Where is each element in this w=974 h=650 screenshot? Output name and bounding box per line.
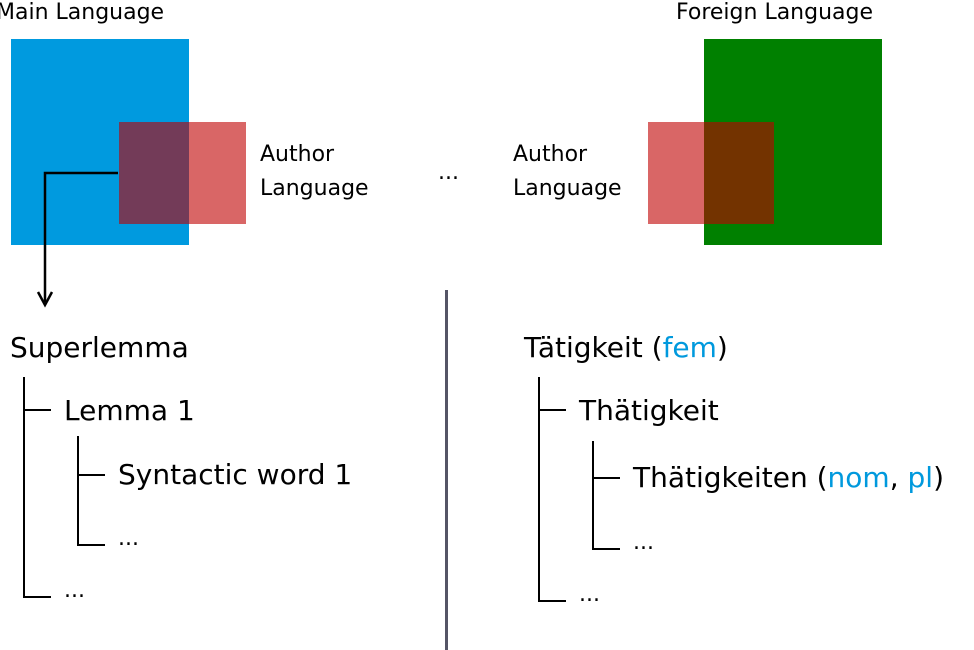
tree-root-taetigkeit: Tätigkeit (fem) [524, 331, 728, 365]
gender-tag: fem [662, 331, 717, 364]
number-tag: pl [907, 461, 934, 494]
inflected-word: Thätigkeiten [633, 461, 808, 494]
foreign-author-overlap [704, 122, 774, 224]
tree-node-more-level2: ... [118, 526, 139, 551]
tree-branch-tick [23, 596, 51, 598]
tree-node-more-level1: ... [579, 582, 600, 607]
root-word: Tätigkeit [524, 331, 643, 364]
tree-branch-tick [23, 409, 51, 411]
arrow-line [43, 171, 118, 302]
tree-node-lemma: Lemma 1 [64, 394, 195, 427]
paren-open: ( [807, 461, 828, 494]
tree-node-syntactic-word: Syntactic word 1 [118, 458, 353, 491]
middle-ellipsis: ... [438, 160, 459, 185]
divider [445, 290, 448, 650]
tree-branch-tick [538, 600, 566, 602]
tree-branch-tick [592, 477, 620, 479]
paren-open: ( [642, 331, 663, 364]
tree-branch-tick [77, 474, 105, 476]
paren-close: ) [933, 461, 945, 494]
tree-branch-tick [538, 409, 566, 411]
tree-branch-line [77, 436, 79, 546]
tree-node-thaetigkeiten: Thätigkeiten (nom, pl) [633, 461, 944, 495]
foreign-language-label: Foreign Language [676, 0, 874, 25]
tree-branch-tick [77, 544, 105, 546]
tree-node-more-level1: ... [64, 578, 85, 603]
tree-branch-line [592, 441, 594, 549]
tree-branch-tick [592, 548, 620, 550]
case-tag: nom [827, 461, 890, 494]
comma: , [889, 461, 908, 494]
author-language-label-right-2: Language [513, 176, 622, 201]
tree-node-more-level2: ... [633, 530, 654, 555]
paren-close: ) [716, 331, 728, 364]
tree-node-thaetigkeit: Thätigkeit [579, 394, 719, 427]
author-language-label-right-1: Author [513, 142, 588, 167]
tree-root-superlemma: Superlemma [10, 331, 189, 364]
